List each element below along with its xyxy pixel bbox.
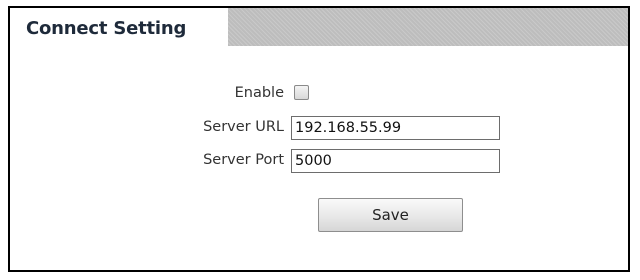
connect-setting-panel: Connect Setting Enable Server URL Server…: [8, 6, 630, 272]
panel-title: Connect Setting: [26, 18, 187, 39]
enable-checkbox[interactable]: [294, 85, 309, 100]
tab-connect-setting[interactable]: Connect Setting: [10, 8, 228, 48]
server-port-label: Server Port: [203, 152, 284, 168]
enable-row: Enable: [10, 80, 628, 108]
enable-label: Enable: [234, 85, 284, 101]
server-port-row: Server Port: [10, 147, 628, 175]
server-url-label: Server URL: [203, 119, 284, 135]
save-button[interactable]: Save: [318, 198, 463, 232]
server-url-input[interactable]: [291, 116, 500, 140]
server-port-input[interactable]: [291, 149, 500, 173]
server-url-row: Server URL: [10, 114, 628, 142]
